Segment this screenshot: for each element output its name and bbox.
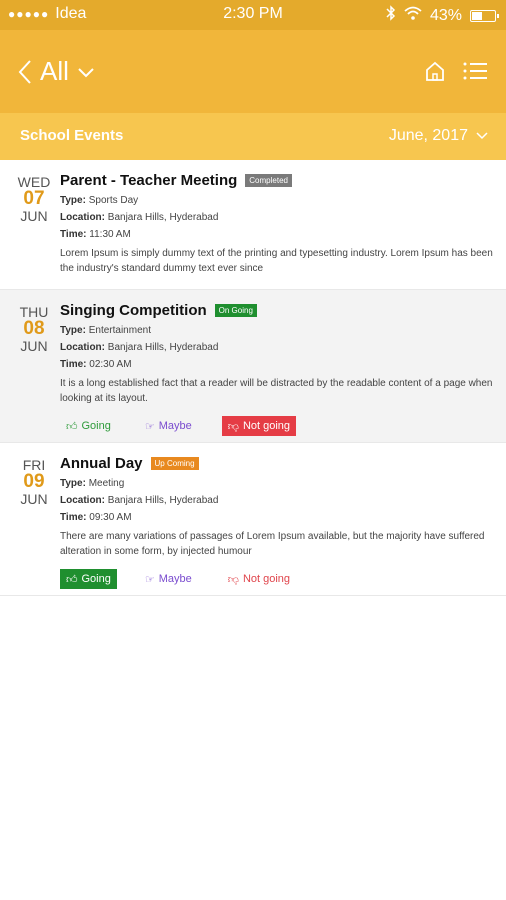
not-going-label: Not going xyxy=(242,420,291,432)
going-label: Going xyxy=(81,420,111,432)
back-chevron-icon xyxy=(18,59,32,85)
wifi-icon xyxy=(404,6,422,25)
event-type: Type: Meeting xyxy=(60,478,125,489)
going-button[interactable]: 👍︎ Going xyxy=(60,569,117,589)
month-selector[interactable]: June, 2017 xyxy=(389,127,488,145)
menu-icon[interactable] xyxy=(462,60,488,87)
event-date: FRI 09 JUN xyxy=(14,457,54,507)
status-bar: ●●●●● Idea 2:30 PM 43% xyxy=(0,0,506,30)
event-type: Type: Sports Day xyxy=(60,195,139,206)
event-date: WED 07 JUN xyxy=(14,174,54,224)
event-time: Time: 09:30 AM xyxy=(60,512,132,523)
rsvp-options: 👍︎ Going ☞ Maybe 👎︎ Not going xyxy=(60,569,494,589)
rsvp-options: 👍︎ Going ☞ Maybe 👎︎ Not going xyxy=(60,416,494,436)
maybe-button[interactable]: ☞ Maybe xyxy=(139,416,198,436)
event-title: Annual Day xyxy=(60,455,143,472)
home-icon[interactable] xyxy=(424,60,446,87)
section-bar: School Events June, 2017 xyxy=(0,113,506,160)
chevron-down-icon xyxy=(476,127,488,145)
month-label: June, 2017 xyxy=(388,127,468,144)
back-label: All xyxy=(40,56,69,86)
event-description: Lorem Ipsum is simply dummy text of the … xyxy=(60,248,493,274)
thumbs-down-icon: 👎︎ xyxy=(227,420,239,433)
event-title: Parent - Teacher Meeting xyxy=(60,172,238,189)
thumbs-up-icon: 👍︎ xyxy=(66,573,78,586)
status-badge: On Going xyxy=(214,304,257,317)
event-day: 09 xyxy=(23,471,45,492)
event-body: Parent - Teacher Meeting Completed Type:… xyxy=(60,172,494,276)
event-time: Time: 11:30 AM xyxy=(60,229,131,240)
event-month: JUN xyxy=(20,208,48,224)
hand-pointing-icon: ☞ xyxy=(144,573,155,586)
event-card[interactable]: WED 07 JUN Parent - Teacher Meeting Comp… xyxy=(0,160,506,290)
event-body: Annual Day Up Coming Type: Meeting Locat… xyxy=(60,455,494,589)
event-month: JUN xyxy=(20,491,48,507)
status-right: 43% xyxy=(386,5,499,26)
event-title-row: Singing Competition On Going xyxy=(60,302,494,319)
event-month: JUN xyxy=(20,338,48,354)
thumbs-up-icon: 👍︎ xyxy=(66,420,78,433)
maybe-label: Maybe xyxy=(158,420,192,432)
maybe-button[interactable]: ☞ Maybe xyxy=(139,569,198,589)
battery-icon xyxy=(470,9,499,22)
section-title: School Events xyxy=(20,127,124,144)
event-day: 08 xyxy=(23,318,45,339)
hand-pointing-icon: ☞ xyxy=(144,420,155,433)
header-actions xyxy=(424,60,488,87)
event-card[interactable]: FRI 09 JUN Annual Day Up Coming Type: Me… xyxy=(0,443,506,596)
not-going-button[interactable]: 👎︎ Not going xyxy=(222,569,296,589)
battery-percent: 43% xyxy=(429,6,462,24)
app-header: All xyxy=(0,30,506,113)
bluetooth-icon xyxy=(386,5,396,26)
status-badge: Completed xyxy=(245,174,292,187)
event-description: It is a long established fact that a rea… xyxy=(60,378,493,404)
going-label: Going xyxy=(81,573,111,585)
event-type: Type: Entertainment xyxy=(60,325,151,336)
event-title-row: Parent - Teacher Meeting Completed xyxy=(60,172,494,189)
back-button[interactable]: All xyxy=(18,56,95,87)
status-badge: Up Coming xyxy=(150,457,199,470)
chevron-down-icon[interactable] xyxy=(77,66,95,78)
event-day: 07 xyxy=(23,188,45,209)
event-title: Singing Competition xyxy=(60,302,207,319)
maybe-label: Maybe xyxy=(158,573,192,585)
event-date: THU 08 JUN xyxy=(14,304,54,354)
event-location: Location: Banjara Hills, Hyderabad xyxy=(60,342,219,353)
event-location: Location: Banjara Hills, Hyderabad xyxy=(60,212,219,223)
event-time: Time: 02:30 AM xyxy=(60,359,132,370)
event-list: WED 07 JUN Parent - Teacher Meeting Comp… xyxy=(0,160,506,596)
thumbs-down-icon: 👎︎ xyxy=(227,573,239,586)
event-title-row: Annual Day Up Coming xyxy=(60,455,494,472)
not-going-button[interactable]: 👎︎ Not going xyxy=(221,416,297,436)
going-button[interactable]: 👍︎ Going xyxy=(60,416,117,436)
event-description: There are many variations of passages of… xyxy=(60,531,485,557)
event-body: Singing Competition On Going Type: Enter… xyxy=(60,302,494,436)
not-going-label: Not going xyxy=(242,573,291,585)
event-card[interactable]: THU 08 JUN Singing Competition On Going … xyxy=(0,290,506,443)
event-location: Location: Banjara Hills, Hyderabad xyxy=(60,495,219,506)
